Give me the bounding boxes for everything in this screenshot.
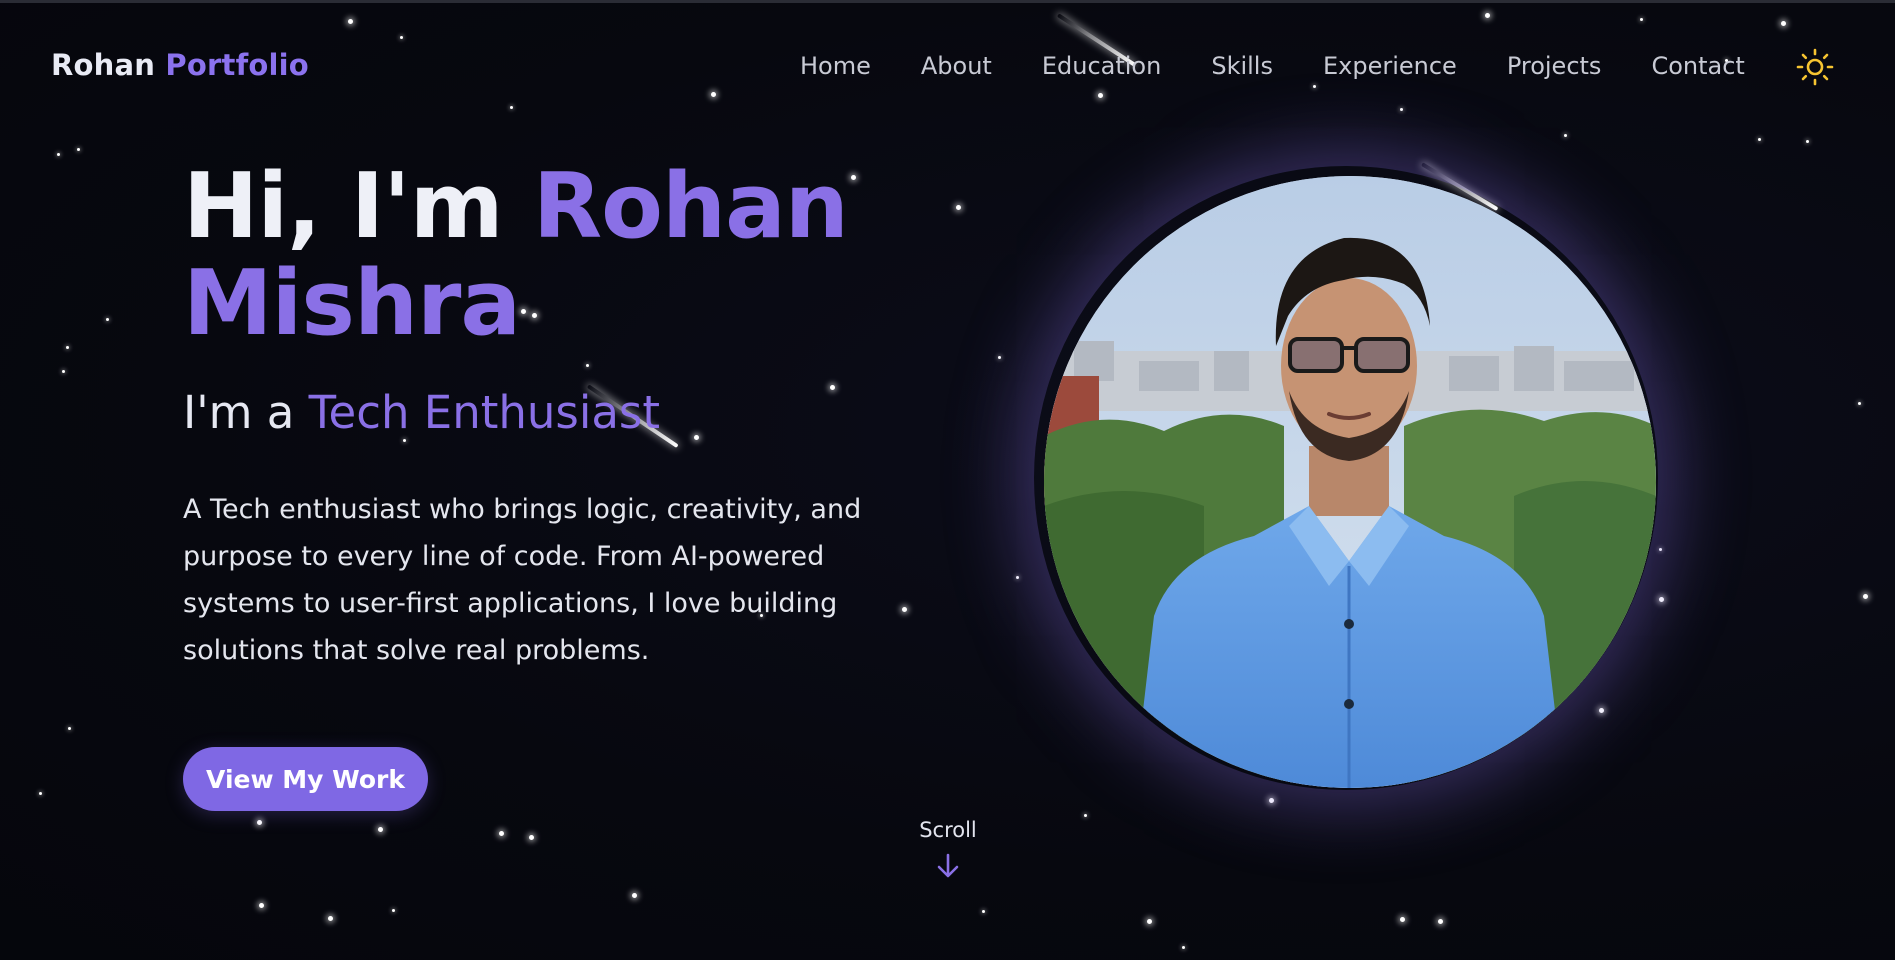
subtitle-prefix: I'm a xyxy=(183,386,295,439)
subtitle-role: Tech Enthusiast xyxy=(308,386,661,439)
star xyxy=(1758,138,1761,141)
star xyxy=(1400,917,1405,922)
nav-link-contact[interactable]: Contact xyxy=(1651,52,1744,80)
star xyxy=(1098,93,1103,98)
nav-link-home[interactable]: Home xyxy=(800,52,871,80)
star xyxy=(1438,919,1443,924)
star xyxy=(632,893,637,898)
star xyxy=(510,106,513,109)
scroll-indicator[interactable]: Scroll xyxy=(900,818,996,880)
profile-photo-illustration xyxy=(1044,176,1656,788)
star xyxy=(1147,919,1152,924)
star xyxy=(1806,140,1809,143)
star xyxy=(1599,708,1604,713)
sun-icon xyxy=(1796,48,1834,86)
star xyxy=(1084,814,1087,817)
star xyxy=(1313,85,1316,88)
star xyxy=(711,92,716,97)
star xyxy=(106,318,109,321)
nav-link-experience[interactable]: Experience xyxy=(1323,52,1457,80)
star xyxy=(39,792,42,795)
star xyxy=(694,435,699,440)
page: Rohan Portfolio Home About Education Ski… xyxy=(0,0,1895,960)
site-logo[interactable]: Rohan Portfolio xyxy=(51,48,309,82)
hero-heading: Hi, I'm Rohan Mishra xyxy=(183,158,849,352)
star xyxy=(499,831,504,836)
nav-link-projects[interactable]: Projects xyxy=(1507,52,1602,80)
star xyxy=(1659,597,1664,602)
view-my-work-button[interactable]: View My Work xyxy=(183,747,428,811)
nav-link-education[interactable]: Education xyxy=(1042,52,1161,80)
star xyxy=(1269,798,1274,803)
star xyxy=(1016,576,1019,579)
logo-portfolio: Portfolio xyxy=(165,48,309,82)
star xyxy=(1640,18,1643,21)
star xyxy=(1400,108,1403,111)
star xyxy=(66,346,69,349)
hero-description: A Tech enthusiast who brings logic, crea… xyxy=(183,494,862,666)
star xyxy=(1659,548,1662,551)
star xyxy=(259,903,264,908)
star xyxy=(392,909,395,912)
star xyxy=(77,148,80,151)
nav-link-about[interactable]: About xyxy=(921,52,992,80)
star xyxy=(68,727,71,730)
logo-name: Rohan xyxy=(51,48,156,82)
star xyxy=(62,370,65,373)
star xyxy=(1182,946,1185,949)
nav-link-skills[interactable]: Skills xyxy=(1211,52,1273,80)
star xyxy=(982,910,985,913)
theme-toggle-button[interactable] xyxy=(1796,48,1834,86)
hero-greeting: Hi, I'm xyxy=(183,154,504,259)
star xyxy=(1858,402,1861,405)
star xyxy=(956,205,961,210)
star xyxy=(1485,13,1490,18)
star xyxy=(529,835,534,840)
top-border xyxy=(0,0,1895,3)
star xyxy=(403,439,406,442)
hero-last-name: Mishra xyxy=(183,251,521,356)
star xyxy=(851,175,856,180)
scroll-label: Scroll xyxy=(919,818,977,842)
profile-photo xyxy=(1044,176,1656,788)
main-nav: Home About Education Skills Experience P… xyxy=(800,52,1795,80)
star xyxy=(998,356,1001,359)
star xyxy=(257,820,262,825)
star xyxy=(378,827,383,832)
star xyxy=(1564,134,1567,137)
star xyxy=(328,916,333,921)
hero-first-name: Rohan xyxy=(532,154,849,259)
star xyxy=(830,385,835,390)
star xyxy=(586,364,589,367)
hero-subtitle: I'm a Tech Enthusiast xyxy=(183,386,660,439)
star xyxy=(400,36,403,39)
arrow-down-icon xyxy=(937,853,959,878)
star xyxy=(1781,21,1786,26)
star xyxy=(348,19,353,24)
star xyxy=(1863,594,1868,599)
star xyxy=(57,153,60,156)
